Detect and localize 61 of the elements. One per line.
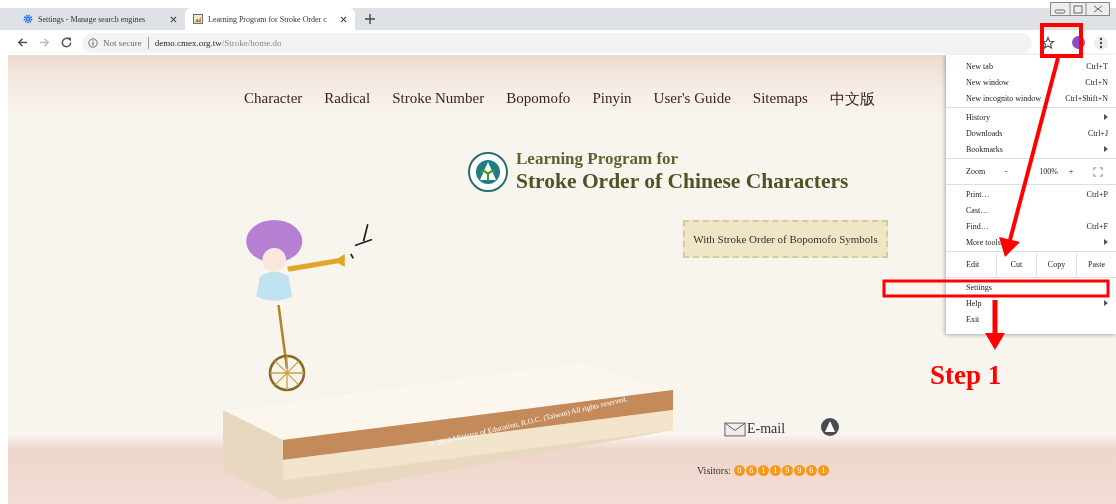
nav-link[interactable]: Sitemaps xyxy=(752,90,808,109)
address-field[interactable]: Not secure demo.cmex.org.tw/Stroke/home.do xyxy=(82,32,1032,53)
counter-digit: 1 xyxy=(817,465,829,476)
menu-item[interactable]: New incognito window Ctrl+Shift+N xyxy=(946,90,1116,106)
counter-digit: 0 xyxy=(733,465,745,476)
browser-tab[interactable]: Settings - Manage search engines xyxy=(15,8,185,30)
counter-digit: 9 xyxy=(781,465,793,476)
menu-item[interactable]: New window Ctrl+N xyxy=(946,74,1116,90)
gear-icon xyxy=(23,14,33,24)
window-controls[interactable] xyxy=(1050,2,1110,16)
zoom-in-button[interactable]: + xyxy=(1061,167,1081,176)
zoom-out-button[interactable]: - xyxy=(996,167,1016,176)
menu-item[interactable]: Downloads Ctrl+J xyxy=(946,125,1116,141)
ministry-emblem-icon xyxy=(820,417,840,437)
nav-link[interactable]: Radical xyxy=(324,90,371,109)
nav-link[interactable]: 中文版 xyxy=(829,90,875,109)
envelope-icon xyxy=(724,421,746,437)
menu-item[interactable]: Cast… xyxy=(946,202,1116,218)
new-tab-icon[interactable] xyxy=(365,14,375,24)
back-icon[interactable] xyxy=(16,36,29,49)
program-subtitle: Learning Program for xyxy=(516,149,680,169)
zoom-value: 100% xyxy=(1038,167,1059,176)
edit-action-button[interactable]: Paste xyxy=(1076,253,1116,276)
close-icon[interactable] xyxy=(170,15,177,23)
reload-icon[interactable] xyxy=(60,36,73,49)
visitors-label: Visitors: xyxy=(697,465,731,476)
menu-item[interactable]: More tools xyxy=(946,234,1116,250)
annotation-arrow xyxy=(985,300,1005,350)
menu-item[interactable]: Help xyxy=(946,295,1116,311)
menu-item[interactable]: History xyxy=(946,109,1116,125)
menu-item[interactable]: Exit xyxy=(946,311,1116,327)
zoom-label: Zoom xyxy=(966,167,987,176)
menu-icon[interactable] xyxy=(1094,35,1108,50)
nav-link[interactable]: Bopomofo xyxy=(506,90,571,109)
menu-item[interactable]: Settings xyxy=(946,279,1116,295)
menu-item[interactable]: Find… Ctrl+F xyxy=(946,218,1116,234)
counter-digit: 9 xyxy=(793,465,805,476)
ministry-emblem-icon xyxy=(468,151,508,192)
program-title: Stroke Order of Chinese Characters xyxy=(516,169,849,194)
counter-digit: 6 xyxy=(745,465,757,476)
nav-link[interactable]: Stroke Number xyxy=(392,90,485,109)
counter-digit: 6 xyxy=(805,465,817,476)
counter-digit: 1 xyxy=(769,465,781,476)
star-icon[interactable] xyxy=(1041,35,1055,50)
bopomofo-banner[interactable]: With Stroke Order of Bopomofo Symbols xyxy=(683,220,888,258)
step-label: Step 1 xyxy=(930,360,1002,391)
counter-digit: 1 xyxy=(757,465,769,476)
menu-item[interactable]: Bookmarks xyxy=(946,141,1116,157)
menu-item[interactable]: New tab Ctrl+T xyxy=(946,58,1116,74)
highlight-box xyxy=(1040,23,1083,58)
edit-action-button[interactable]: Copy xyxy=(1036,253,1076,276)
info-icon xyxy=(88,37,98,48)
nav-link[interactable]: Pinyin xyxy=(592,90,632,109)
edit-label: Edit xyxy=(966,260,981,269)
nav-link[interactable]: User's Guide xyxy=(653,90,731,109)
menu-item[interactable]: Print… Ctrl+P xyxy=(946,186,1116,202)
page-thumbnail-icon xyxy=(193,14,203,24)
nav-link[interactable]: Character xyxy=(244,90,303,109)
close-icon[interactable] xyxy=(340,15,347,23)
browser-tab[interactable]: Learning Program for Stroke Order c xyxy=(185,8,355,30)
email-link[interactable]: E-mail xyxy=(724,421,786,437)
